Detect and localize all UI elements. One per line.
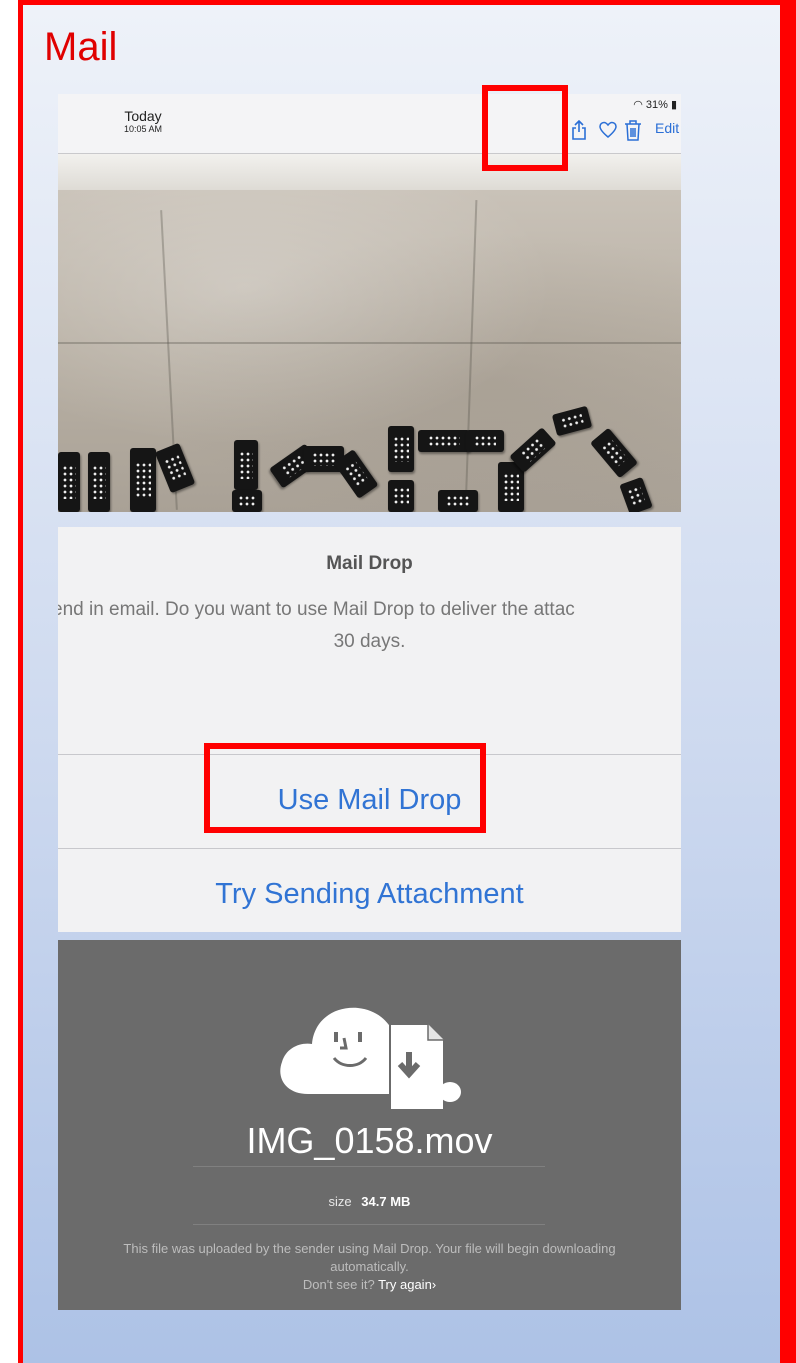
dialog-message-days: 30 days. [333,631,406,652]
ipad-toolbar: ◠ 31% ▮ Today 10:05 AM Edit [58,94,681,154]
mail-drop-download-card: IMG_0158.mov size 34.7 MB This file was … [58,940,681,1310]
domino [154,442,196,494]
floor-photo [58,190,681,512]
size-value: 34.7 MB [361,1194,411,1209]
trash-icon[interactable] [624,119,642,146]
battery-icon: ▮ [667,99,677,111]
domino [130,448,156,512]
slide: Mail ◠ 31% ▮ Today 10:05 AM Edit Mail Dr… [18,0,796,1363]
domino [234,440,258,490]
share-icon[interactable] [571,119,587,145]
dialog-divider [58,848,681,849]
try-again-label: Try again [378,1277,432,1292]
domino [88,452,110,512]
domino [232,490,262,512]
domino [58,452,80,512]
note-line: automatically. [330,1259,409,1274]
domino [388,426,414,472]
note-line: This file was uploaded by the sender usi… [123,1241,616,1256]
download-note: This file was uploaded by the sender usi… [68,1240,671,1294]
file-name: IMG_0158.mov [246,1120,493,1161]
retry-prompt: Don't see it? [302,1277,375,1292]
slide-title: Mail [44,25,118,69]
mail-drop-dialog: Mail Drop end in email. Do you want to u… [58,527,681,932]
size-label: size [328,1194,352,1209]
toolbar-icons [58,118,681,144]
domino [466,430,504,452]
card-divider [193,1224,545,1225]
domino [551,405,593,437]
edit-button[interactable]: Edit [655,120,679,136]
dialog-title: Mail Drop [326,553,413,574]
try-sending-attachment-button[interactable]: Try Sending Attachment [58,871,681,917]
photo-screenshot: ◠ 31% ▮ Today 10:05 AM Edit [58,94,681,512]
domino [418,430,470,452]
domino [619,476,653,512]
dialog-message: end in email. Do you want to use Mail Dr… [58,599,575,620]
wall-band [58,154,681,190]
card-divider [193,1166,545,1167]
domino [438,490,478,512]
domino [590,427,638,479]
battery-status: ◠ 31% ▮ [633,98,677,111]
share-highlight-box [482,85,568,171]
try-again-link[interactable]: Try again› [378,1277,436,1292]
chevron-right-icon: › [431,1277,437,1292]
retry-row: Don't see it? Try again› [68,1276,671,1294]
domino [333,449,379,499]
file-size: size 34.7 MB [58,1194,681,1209]
cloud-download-icon [268,974,468,1114]
domino [388,480,414,512]
battery-percent: 31% [645,99,668,111]
heart-icon[interactable] [598,120,618,145]
wifi-icon: ◠ [633,99,646,111]
use-mail-drop-highlight-box [204,743,486,833]
